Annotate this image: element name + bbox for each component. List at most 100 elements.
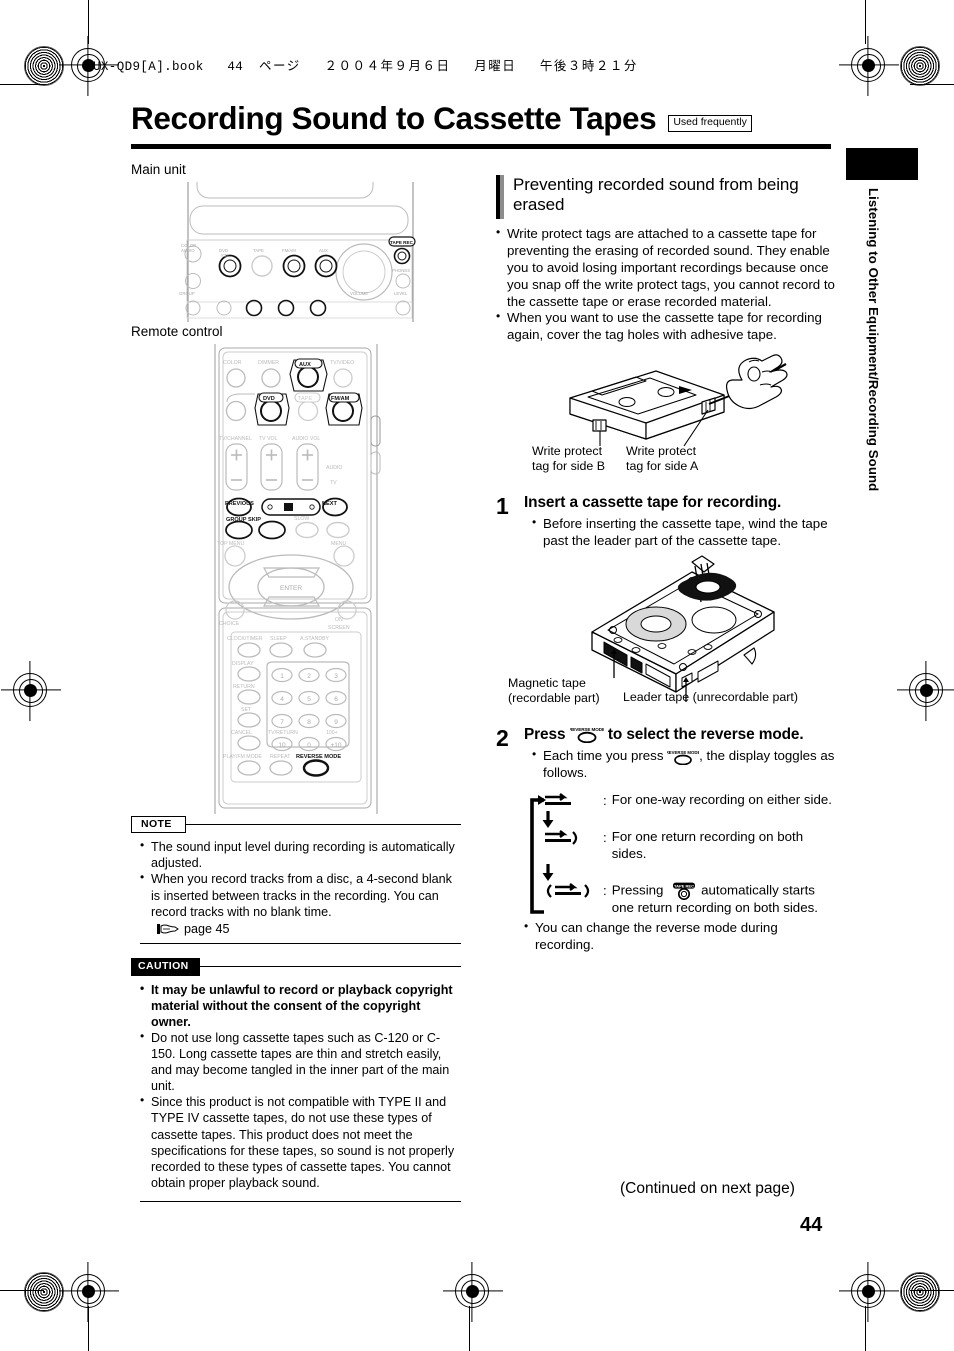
remote-control-label: Remote control bbox=[131, 323, 223, 339]
colon: : bbox=[603, 793, 607, 809]
right-column: Preventing recorded sound from being era… bbox=[496, 175, 836, 954]
svg-text:VOLUME: VOLUME bbox=[350, 291, 368, 296]
svg-text:PLAY/FM MODE: PLAY/FM MODE bbox=[223, 754, 262, 760]
step-2: 2 Press REVERSE MODE to select the rever… bbox=[496, 726, 836, 954]
svg-text:TOP MENU: TOP MENU bbox=[217, 541, 244, 547]
page-title: Recording Sound to Cassette Tapes bbox=[131, 100, 657, 136]
svg-text:10: 10 bbox=[278, 742, 286, 749]
crop-line-top bbox=[0, 84, 44, 86]
svg-text:1: 1 bbox=[280, 673, 284, 680]
header-date: ２００４年９月６日 bbox=[324, 58, 451, 73]
svg-text:TAPE REC: TAPE REC bbox=[674, 884, 694, 889]
svg-text:COLOR: COLOR bbox=[223, 360, 242, 366]
leader-tape-caption: Leader tape (unrecordable part) bbox=[623, 689, 798, 704]
crop-line-top2 bbox=[88, 0, 90, 44]
crop-line-bl-v bbox=[88, 1306, 90, 1351]
title-underline-rule bbox=[131, 144, 831, 149]
one-return-mode-icon bbox=[542, 829, 598, 846]
halftone-dot-bottom-right bbox=[900, 1272, 940, 1312]
header-page-word: ページ bbox=[258, 58, 301, 73]
write-protect-figure: Write protect tag for side B Write prote… bbox=[496, 350, 836, 473]
reverse-mode-button-inline-svg: REVERSE MODE bbox=[667, 750, 699, 765]
svg-text:TAPE REC: TAPE REC bbox=[390, 240, 414, 245]
one-way-mode-text: For one-way recording on either side. bbox=[611, 792, 832, 808]
reverse-mode-cycle: : For one-way recording on either side. bbox=[524, 792, 836, 917]
registration-mark-top-right bbox=[851, 48, 885, 82]
svg-text:GROUP SKIP: GROUP SKIP bbox=[226, 517, 261, 523]
svg-text:LEVEL: LEVEL bbox=[394, 291, 408, 296]
reverse-mode-option-one-way: : For one-way recording on either side. bbox=[542, 792, 836, 809]
crop-line-tr-v bbox=[865, 0, 867, 44]
registration-mark-bottom-center bbox=[455, 1274, 489, 1308]
title-row: Recording Sound to Cassette Tapes Used f… bbox=[131, 100, 831, 136]
auto-return-glyph-svg bbox=[546, 883, 590, 899]
svg-text:ENTER: ENTER bbox=[280, 585, 302, 592]
svg-text:AUX: AUX bbox=[319, 248, 328, 253]
magnetic-tape-caption: Magnetic tape (recordable part) bbox=[508, 675, 600, 705]
note-page-reference: page 45 bbox=[140, 922, 461, 936]
svg-text:FM/AM: FM/AM bbox=[282, 248, 296, 253]
svg-text:CHOICE: CHOICE bbox=[219, 621, 240, 627]
step-1-body: Insert a cassette tape for recording. Be… bbox=[524, 494, 836, 550]
list-item: Write protect tags are attached to a cas… bbox=[496, 225, 836, 310]
svg-text:CLOCK/TIMER: CLOCK/TIMER bbox=[227, 636, 263, 642]
cycle-arrow-2 bbox=[542, 864, 598, 882]
svg-text:ON: ON bbox=[335, 617, 343, 623]
step-2-bullet-pre: Each time you press bbox=[543, 748, 664, 764]
svg-text:8: 8 bbox=[307, 719, 311, 726]
step-2-title: Press REVERSE MODE to select the reverse… bbox=[524, 726, 836, 745]
header-page: 44 bbox=[227, 60, 244, 74]
step-2-title-pre: Press bbox=[524, 725, 566, 743]
chapter-vertical-title: Listening to Other Equipment/Recording S… bbox=[866, 188, 881, 492]
step-2-closing-bullets: You can change the reverse mode during r… bbox=[516, 919, 836, 954]
svg-text:100+: 100+ bbox=[326, 730, 338, 736]
remote-control-figure: COLOR DIMMER TV/VIDEO TV/CHANNEL TV VOL … bbox=[131, 343, 461, 814]
list-item: It may be unlawful to record or playback… bbox=[140, 981, 461, 1030]
header-weekday: 月曜日 bbox=[474, 58, 517, 73]
halftone-dot-top-right bbox=[900, 46, 940, 86]
svg-text:CANCEL: CANCEL bbox=[231, 730, 252, 736]
svg-text:PHONES: PHONES bbox=[392, 268, 410, 273]
step-1: 1 Insert a cassette tape for recording. … bbox=[496, 494, 836, 550]
registration-mark-mid-left bbox=[13, 673, 47, 707]
halftone-dot-bottom-left bbox=[24, 1272, 64, 1312]
svg-text:A.STANDBY: A.STANDBY bbox=[300, 636, 330, 642]
svg-text:AUDIO VOL: AUDIO VOL bbox=[292, 436, 320, 442]
svg-text:RETURN: RETURN bbox=[233, 684, 255, 690]
section-title: Preventing recorded sound from being era… bbox=[513, 175, 799, 215]
section-accent-bar bbox=[496, 175, 504, 219]
svg-text:6: 6 bbox=[334, 696, 338, 703]
svg-text:REVERSE MODE: REVERSE MODE bbox=[570, 727, 604, 732]
reverse-mode-option-auto-return: : Pressing TAPE REC automatically starts… bbox=[542, 882, 836, 917]
list-item: Do not use long cassette tapes such as C… bbox=[140, 1029, 461, 1094]
svg-text:/CD: /CD bbox=[221, 253, 228, 258]
svg-text:REPEAT: REPEAT bbox=[270, 754, 291, 760]
svg-text:FM/AM: FM/AM bbox=[331, 396, 350, 402]
main-unit-svg: DVD/CD TAPE FM/AM AUX GROUP VOLUME COLOR… bbox=[179, 181, 416, 322]
reverse-mode-option-one-return: : For one return recording on both sides… bbox=[542, 829, 836, 862]
halftone-dot-top-left bbox=[24, 46, 64, 86]
header-file: UX-QD9[A].book bbox=[93, 60, 204, 74]
note-bottom-rule bbox=[140, 942, 461, 945]
auto-return-mode-text: Pressing TAPE REC automatically starts o… bbox=[612, 882, 836, 917]
leader-tape-figure: Magnetic tape (recordable part) Leader t… bbox=[496, 554, 836, 705]
one-return-glyph-svg bbox=[545, 830, 578, 845]
list-item: When you record tracks from a disc, a 4-… bbox=[140, 870, 461, 919]
svg-text:REVERSE MODE: REVERSE MODE bbox=[296, 754, 341, 760]
colon: : bbox=[603, 883, 607, 899]
svg-text:+10: +10 bbox=[330, 742, 341, 749]
svg-text:SLOW: SLOW bbox=[294, 516, 309, 522]
svg-text:3: 3 bbox=[334, 673, 338, 680]
crop-line-top-right bbox=[910, 84, 954, 86]
crop-line-br-v bbox=[865, 1306, 867, 1351]
auto-return-mode-icon bbox=[542, 882, 598, 899]
step-2-bullets: Each time you press REVERSE MODE , the d… bbox=[524, 747, 836, 782]
caution-rule bbox=[199, 966, 461, 968]
section-bullet-list: Write protect tags are attached to a cas… bbox=[496, 225, 836, 344]
one-way-mode-icon bbox=[542, 792, 598, 809]
note-page-text: page 45 bbox=[184, 921, 230, 936]
cycle-arrow-1 bbox=[542, 811, 598, 829]
footer-page-number: 44 bbox=[800, 1214, 823, 1236]
svg-text:SCREEN: SCREEN bbox=[328, 625, 350, 631]
main-unit-label: Main unit bbox=[131, 162, 186, 177]
